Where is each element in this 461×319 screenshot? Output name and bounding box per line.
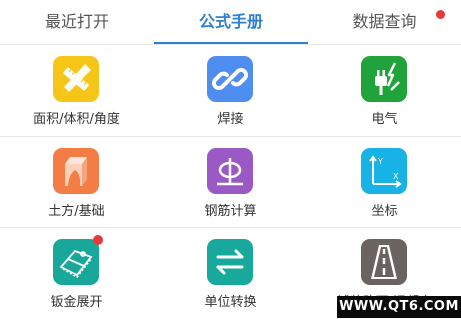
active-tab-indicator	[154, 42, 308, 44]
grid-item-earthwork-foundation[interactable]: 土方/基础	[0, 137, 153, 228]
rebar-section-icon	[207, 148, 253, 194]
grid-item-rebar-calculation[interactable]: 钢筋计算	[154, 137, 307, 228]
road-icon	[361, 239, 407, 285]
tab-formula-manual[interactable]: 公式手册	[154, 0, 308, 44]
chain-link-icon	[207, 56, 253, 102]
new-badge	[93, 235, 103, 245]
grid-item-sheet-metal[interactable]: 钣金展开	[0, 228, 153, 319]
grid-item-label: 土方/基础	[48, 204, 105, 219]
grid-item-coordinates[interactable]: Y X 坐标	[308, 137, 461, 228]
grid-item-label: 单位转换	[204, 295, 257, 310]
sheet-metal-icon	[53, 235, 103, 285]
grid-item-area-volume-angle[interactable]: 面积/体积/角度	[0, 45, 153, 136]
grid-item-label: 面积/体积/角度	[33, 112, 120, 127]
notification-dot	[436, 10, 445, 19]
svg-text:Y: Y	[377, 157, 383, 166]
tab-recent-label: 最近打开	[44, 12, 109, 31]
tab-data-query[interactable]: 数据查询	[308, 0, 461, 44]
grid-item-label: 电气	[371, 112, 398, 127]
formula-grid: 面积/体积/角度 焊接 电气 土方/基础 钢筋计算 Y X 坐标 钣金展开 单位…	[0, 45, 461, 318]
grid-item-electrical[interactable]: 电气	[308, 45, 461, 136]
grid-item-label: 钢筋计算	[204, 204, 257, 219]
svg-text:X: X	[393, 172, 399, 181]
tab-data-query-label: 数据查询	[352, 12, 417, 31]
grid-item-label: 钣金展开	[50, 295, 103, 310]
grid-item-label: 坐标	[371, 204, 398, 219]
grid-item-welding[interactable]: 焊接	[154, 45, 307, 136]
grid-item-unit-conversion[interactable]: 单位转换	[154, 228, 307, 319]
coordinate-axes-icon: Y X	[361, 148, 407, 194]
earth-block-icon	[53, 148, 99, 194]
swap-arrows-icon	[207, 239, 253, 285]
watermark: WWW.QT6.COM	[337, 296, 461, 318]
tab-recent[interactable]: 最近打开	[0, 0, 154, 44]
tab-bar: 最近打开 公式手册 数据查询	[0, 0, 461, 45]
ruler-pencil-icon	[53, 56, 99, 102]
grid-item-label: 焊接	[217, 112, 244, 127]
tab-formula-manual-label: 公式手册	[198, 12, 263, 31]
electric-plug-icon	[361, 56, 407, 102]
